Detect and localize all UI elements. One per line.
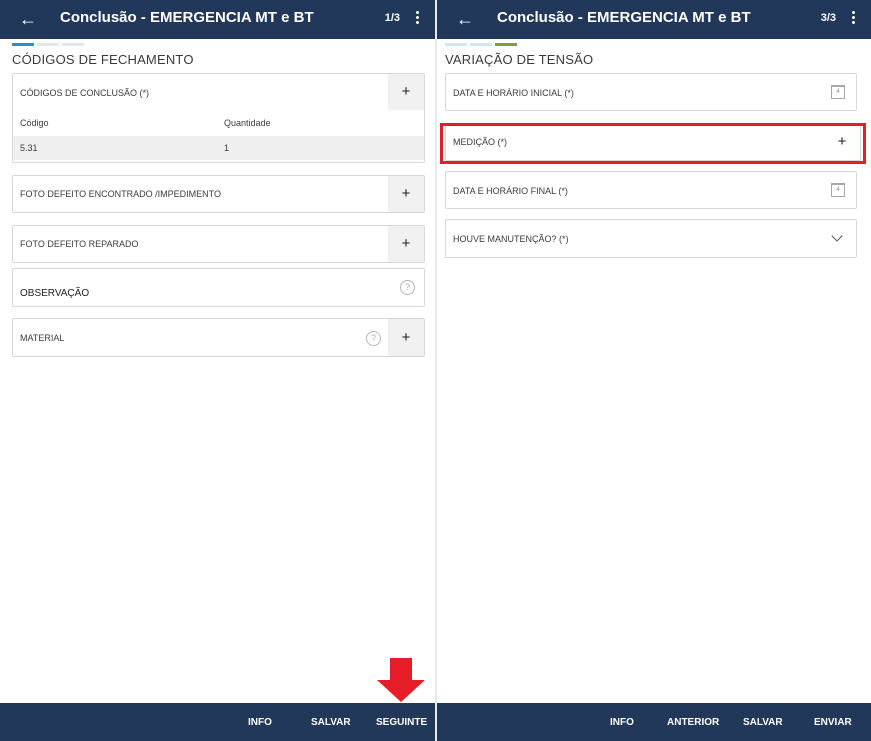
data-horario-inicial-field[interactable]: DATA E HORÁRIO INICIAL (*) 4 [445, 73, 857, 111]
add-foto-reparado-button[interactable]: + [388, 226, 424, 262]
cell-codigo: 5.31 [20, 143, 38, 153]
data-horario-final-label: DATA E HORÁRIO FINAL (*) [453, 186, 568, 196]
help-icon[interactable]: ? [400, 280, 415, 295]
help-icon[interactable]: ? [366, 331, 381, 346]
add-foto-encontrado-button[interactable]: + [388, 176, 424, 212]
page-indicator: 1/3 [384, 12, 400, 24]
step-3 [495, 43, 517, 46]
add-material-button[interactable]: + [388, 319, 424, 356]
salvar-button[interactable]: SALVAR [743, 717, 783, 728]
left-screen: ← Conclusão - EMERGENCIA MT e BT 1/3 CÓD… [0, 0, 435, 741]
arrow-left-icon[interactable]: ← [18, 8, 38, 30]
column-header-quantidade: Quantidade [224, 118, 271, 128]
bottom-action-bar: INFO ANTERIOR SALVAR ENVIAR [437, 703, 871, 741]
red-arrow-head [377, 680, 425, 702]
codigos-conclusao-card: CÓDIGOS DE CONCLUSÃO (*) + Código Quanti… [12, 73, 425, 163]
chevron-down-icon [831, 230, 843, 242]
step-2 [470, 43, 492, 46]
cell-quantidade: 1 [224, 143, 230, 153]
app-bar: ← Conclusão - EMERGENCIA MT e BT 3/3 [437, 0, 871, 39]
step-3 [62, 43, 84, 46]
page-title: Conclusão - EMERGENCIA MT e BT [60, 9, 314, 26]
calendar-icon[interactable]: 4 [831, 183, 845, 197]
table-row[interactable]: 5.31 1 [13, 136, 424, 160]
material-label: MATERIAL [20, 333, 65, 343]
step-1 [12, 43, 34, 46]
table-header: Código Quantidade [13, 111, 424, 136]
page-indicator: 3/3 [820, 12, 836, 24]
info-button[interactable]: INFO [248, 717, 272, 728]
foto-defeito-reparado-card: FOTO DEFEITO REPARADO + [12, 225, 425, 263]
bottom-action-bar: INFO SALVAR SEGUINTE [0, 703, 435, 741]
observacao-label: OBSERVAÇÃO [20, 288, 90, 299]
highlight-box [440, 123, 866, 164]
enviar-button[interactable]: ENVIAR [814, 717, 852, 728]
app-bar: ← Conclusão - EMERGENCIA MT e BT 1/3 [0, 0, 435, 39]
data-horario-inicial-label: DATA E HORÁRIO INICIAL (*) [453, 88, 574, 98]
salvar-button[interactable]: SALVAR [311, 717, 351, 728]
kebab-icon[interactable] [413, 9, 421, 29]
foto-defeito-encontrado-card: FOTO DEFEITO ENCONTRADO /IMPEDIMENTO + [12, 175, 425, 213]
kebab-icon[interactable] [849, 9, 857, 29]
observacao-field[interactable]: OBSERVAÇÃO ? [12, 268, 425, 307]
right-screen: ← Conclusão - EMERGENCIA MT e BT 3/3 VAR… [437, 0, 871, 741]
column-header-codigo: Código [20, 118, 49, 128]
data-horario-final-field[interactable]: DATA E HORÁRIO FINAL (*) 4 [445, 171, 857, 209]
add-codigo-button[interactable]: + [388, 74, 424, 110]
step-1 [445, 43, 467, 46]
foto-defeito-encontrado-label: FOTO DEFEITO ENCONTRADO /IMPEDIMENTO [20, 189, 222, 199]
page-title: Conclusão - EMERGENCIA MT e BT [497, 9, 751, 26]
section-title: VARIAÇÃO DE TENSÃO [445, 52, 594, 67]
anterior-button[interactable]: ANTERIOR [667, 717, 719, 728]
arrow-left-icon[interactable]: ← [455, 8, 475, 30]
foto-defeito-reparado-label: FOTO DEFEITO REPARADO [20, 239, 139, 249]
info-button[interactable]: INFO [610, 717, 634, 728]
section-title: CÓDIGOS DE FECHAMENTO [12, 52, 194, 67]
step-2 [37, 43, 59, 46]
codigos-conclusao-label: CÓDIGOS DE CONCLUSÃO (*) [20, 88, 150, 98]
houve-manutencao-select[interactable]: HOUVE MANUTENÇÃO? (*) [445, 219, 857, 258]
red-arrow-indicator [390, 658, 412, 680]
seguinte-button[interactable]: SEGUINTE [376, 717, 427, 728]
material-card: MATERIAL ? + [12, 318, 425, 357]
calendar-icon[interactable]: 4 [831, 85, 845, 99]
houve-manutencao-label: HOUVE MANUTENÇÃO? (*) [453, 234, 569, 244]
